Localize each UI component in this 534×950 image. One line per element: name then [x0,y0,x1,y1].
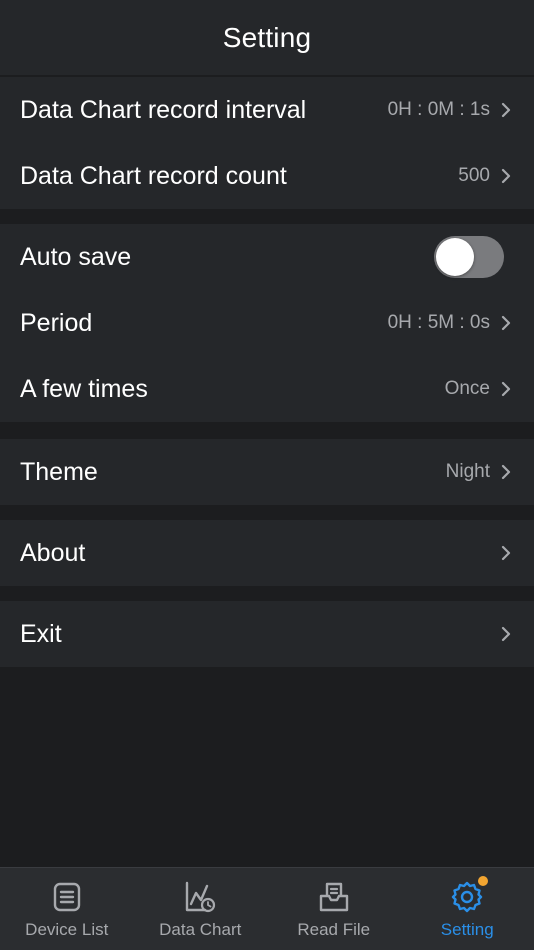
tab-label: Read File [297,920,371,939]
chevron-right-icon [500,544,512,562]
page-title: Setting [222,21,312,53]
auto-save-toggle[interactable] [434,236,504,278]
exit-group: Exit [0,601,534,667]
record-count-value: 500 [458,165,490,186]
chevron-right-icon [500,101,512,119]
period-label: Period [20,308,93,337]
theme-row[interactable]: Theme Night [0,439,534,505]
chevron-right-icon [500,380,512,398]
auto-save-label: Auto save [20,242,132,271]
tab-label: Setting [440,920,494,939]
gear-icon [450,876,489,914]
notification-badge [478,876,489,886]
device-list-icon [50,880,84,914]
chevron-right-icon [500,314,512,332]
chevron-right-icon [500,463,512,481]
toggle-knob [436,238,474,276]
tab-label: Data Chart [159,920,242,939]
chevron-right-icon [500,625,512,643]
period-value: 0H : 5M : 0s [387,312,490,333]
tab-device-list[interactable]: Device List [0,868,134,950]
data-chart-icon [183,880,217,914]
about-label: About [20,538,86,567]
chevron-right-icon [500,167,512,185]
record-interval-row[interactable]: Data Chart record interval 0H : 0M : 1s [0,77,534,143]
record-interval-label: Data Chart record interval [20,95,307,124]
exit-row[interactable]: Exit [0,601,534,667]
few-times-value: Once [444,378,490,399]
chart-settings-group: Data Chart record interval 0H : 0M : 1s … [0,77,534,209]
bottom-tab-bar: Device List Data Chart Read File Setting [0,867,534,950]
record-count-row[interactable]: Data Chart record count 500 [0,143,534,209]
header-bar: Setting [0,0,534,75]
tab-label: Device List [25,920,109,939]
about-group: About [0,520,534,586]
few-times-row[interactable]: A few times Once [0,356,534,422]
record-count-label: Data Chart record count [20,161,287,190]
record-interval-value: 0H : 0M : 1s [387,99,490,120]
auto-save-row: Auto save [0,224,534,290]
tab-read-file[interactable]: Read File [267,868,401,950]
few-times-label: A few times [20,374,148,403]
about-row[interactable]: About [0,520,534,586]
period-row[interactable]: Period 0H : 5M : 0s [0,290,534,356]
read-file-icon [317,880,351,914]
theme-group: Theme Night [0,439,534,505]
exit-label: Exit [20,619,62,648]
theme-label: Theme [20,457,98,486]
auto-save-group: Auto save Period 0H : 5M : 0s A few time… [0,224,534,422]
tab-data-chart[interactable]: Data Chart [134,868,268,950]
tab-setting[interactable]: Setting [401,868,534,950]
theme-value: Night [445,461,490,482]
